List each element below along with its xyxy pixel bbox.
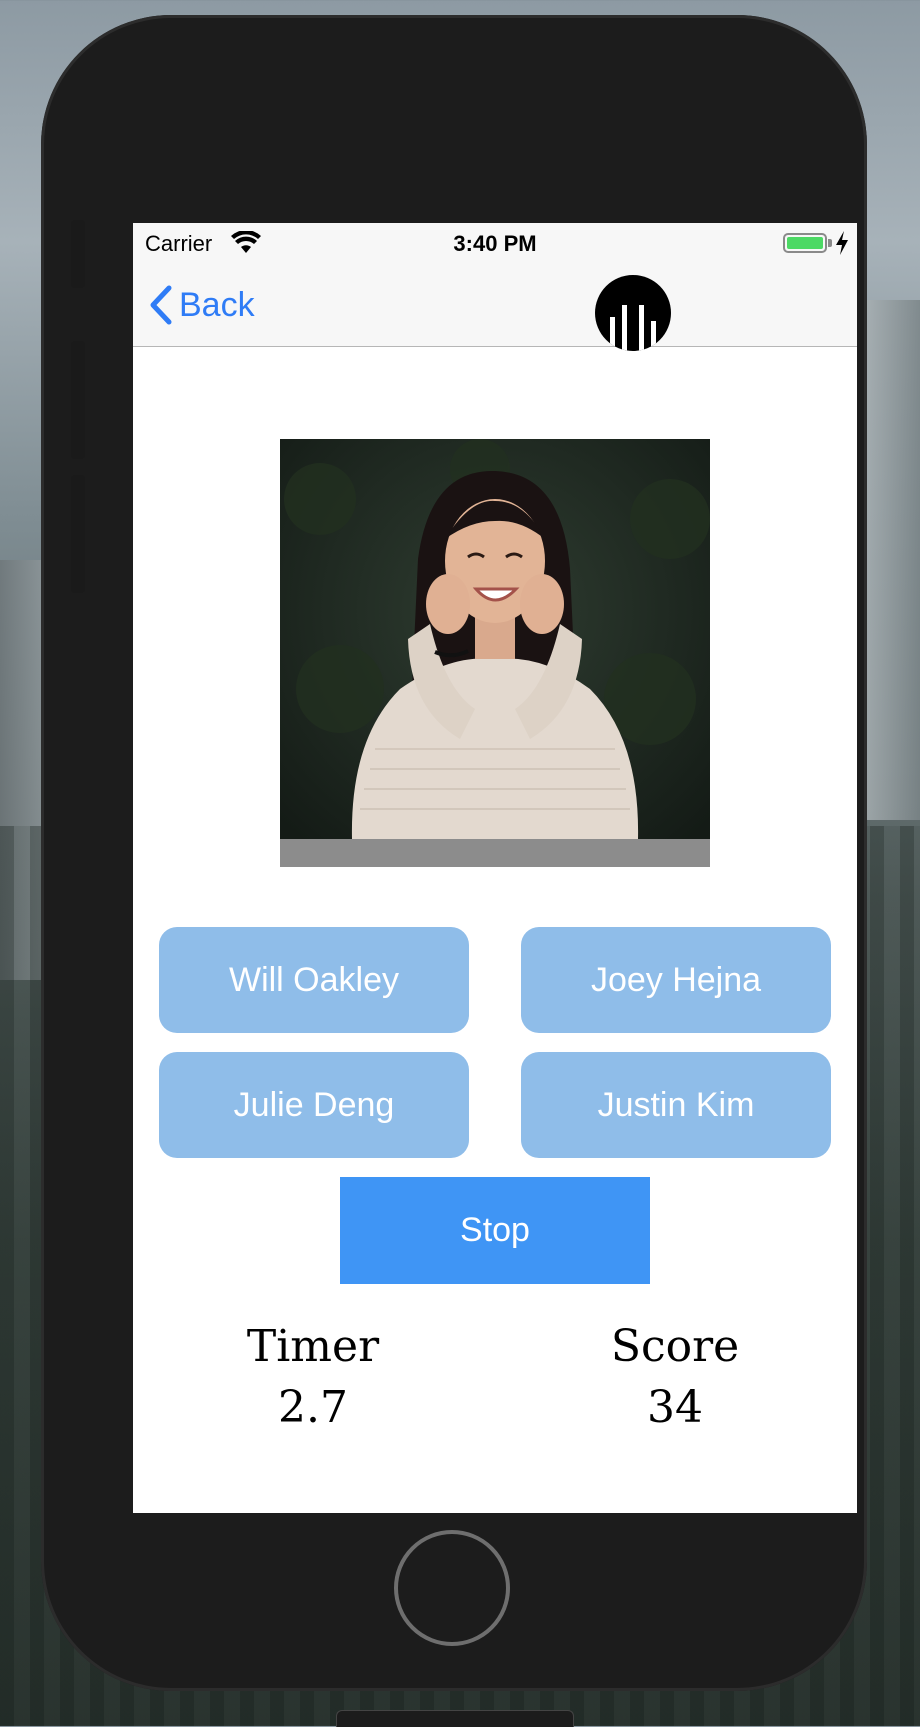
battery-icon — [783, 233, 827, 253]
back-label: Back — [179, 285, 255, 324]
status-time: 3:40 PM — [453, 231, 537, 256]
mute-switch — [71, 220, 85, 288]
choice-button-1[interactable]: Will Oakley — [159, 927, 469, 1033]
score-stat: Score 34 — [525, 1319, 825, 1441]
choice-label: Justin Kim — [597, 1085, 755, 1124]
phone-frame: Carrier 3:40 PM Back Will Oakley Joey He… — [41, 15, 867, 1691]
choice-button-2[interactable]: Joey Hejna — [521, 927, 831, 1033]
person-photo — [280, 439, 710, 867]
app-screen: Carrier 3:40 PM Back Will Oakley Joey He… — [133, 223, 857, 1513]
chevron-left-icon — [150, 285, 172, 325]
device-bottom-edge — [336, 1710, 574, 1727]
stop-label: Stop — [460, 1211, 530, 1249]
bar-chart-logo-icon — [595, 275, 671, 351]
battery-fill — [787, 237, 823, 249]
battery-tip — [828, 239, 832, 247]
charging-bolt-icon — [836, 231, 848, 255]
back-button[interactable]: Back — [147, 283, 255, 327]
status-bar: Carrier 3:40 PM — [133, 223, 857, 263]
timer-value: 2.7 — [278, 1382, 348, 1433]
timer-label: Timer — [246, 1321, 380, 1372]
choice-label: Julie Deng — [233, 1085, 395, 1124]
volume-up-button — [71, 341, 85, 459]
choice-label: Joey Hejna — [590, 960, 762, 999]
choice-label: Will Oakley — [228, 960, 400, 999]
choice-button-3[interactable]: Julie Deng — [159, 1052, 469, 1158]
score-value: 34 — [647, 1382, 703, 1433]
choice-button-4[interactable]: Justin Kim — [521, 1052, 831, 1158]
home-button[interactable] — [394, 1530, 510, 1646]
timer-stat: Timer 2.7 — [163, 1319, 463, 1441]
background-rock-right — [864, 300, 920, 820]
volume-down-button — [71, 475, 85, 593]
stop-button[interactable]: Stop — [340, 1177, 650, 1284]
score-label: Score — [610, 1321, 740, 1372]
navigation-bar: Back — [133, 263, 857, 351]
